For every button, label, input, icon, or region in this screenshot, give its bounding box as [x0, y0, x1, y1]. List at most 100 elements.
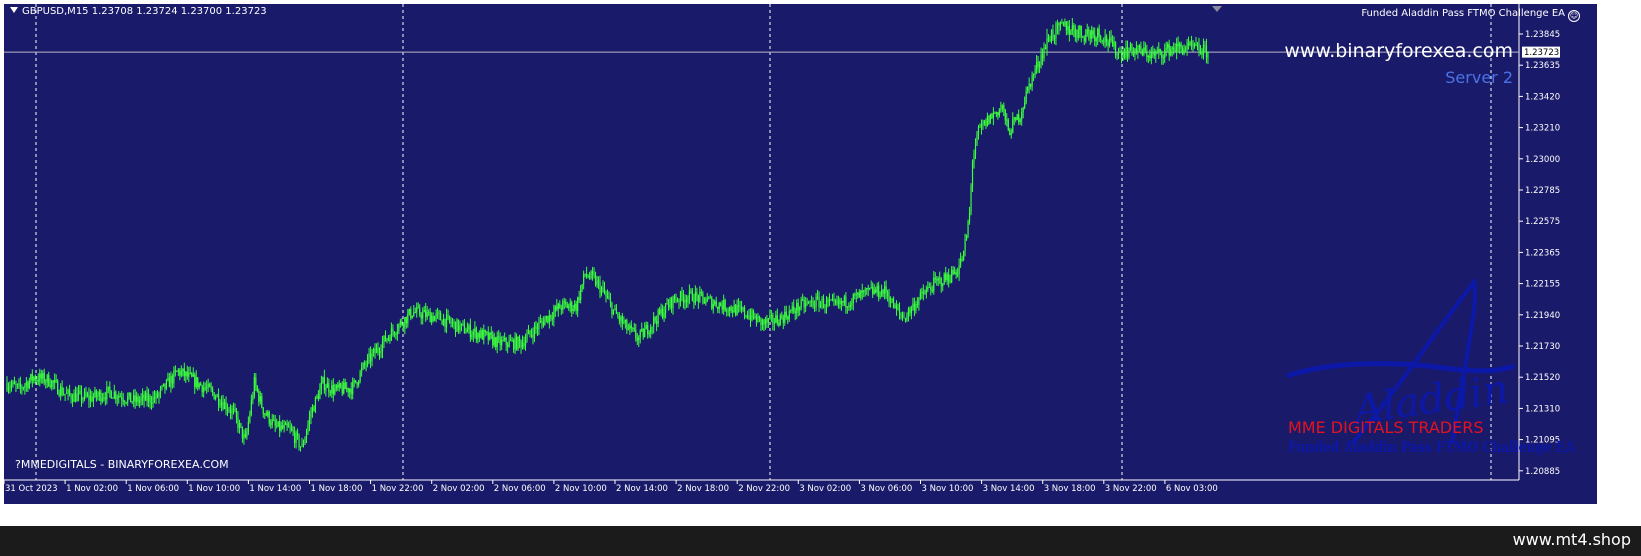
- candle-body: [659, 309, 661, 314]
- candle-body: [836, 301, 838, 304]
- time-tick-label: 1 Nov 14:00: [249, 484, 301, 494]
- candle-body: [70, 394, 72, 400]
- smiley-icon[interactable]: ☺: [1568, 10, 1580, 22]
- candle-body: [64, 393, 66, 395]
- candle-body: [1186, 42, 1188, 50]
- candle-body: [161, 385, 163, 389]
- price-tick-label: 1.22365: [1525, 248, 1560, 258]
- candle-body: [27, 382, 29, 388]
- candle-body: [517, 336, 519, 350]
- candle-body: [119, 396, 121, 398]
- candle-body: [1012, 119, 1014, 134]
- candle-body: [611, 302, 613, 315]
- candle-body: [869, 288, 871, 290]
- candle-body: [353, 380, 355, 383]
- candle-body: [754, 316, 756, 318]
- candle-body: [942, 284, 944, 287]
- candle-body: [384, 335, 387, 342]
- candle-body: [103, 397, 105, 399]
- collapse-triangle-icon[interactable]: [10, 7, 18, 13]
- candle-body: [784, 311, 786, 323]
- candle-body: [682, 296, 685, 303]
- candle-body: [945, 273, 947, 281]
- candle-body: [152, 396, 154, 404]
- candle-body: [766, 319, 768, 323]
- candle-body: [626, 320, 628, 330]
- symbol-title[interactable]: GBPUSD,M15 1.23708 1.23724 1.23700 1.237…: [10, 6, 267, 17]
- candle-body: [438, 312, 440, 314]
- symbol-ohlc-text: GBPUSD,M15 1.23708 1.23724 1.23700 1.237…: [22, 6, 267, 17]
- candle-body: [714, 301, 716, 305]
- candle-body: [727, 310, 729, 312]
- candle-body: [156, 393, 159, 398]
- candle-body: [183, 368, 185, 377]
- candle-body: [375, 347, 378, 354]
- candle-body: [499, 337, 501, 346]
- candle-body: [444, 318, 446, 328]
- candle-body: [209, 383, 211, 388]
- candle-body: [872, 287, 874, 294]
- candle-body: [1074, 29, 1076, 37]
- candle-body: [1158, 49, 1160, 52]
- candle-body: [790, 310, 792, 312]
- candle-body: [42, 373, 44, 379]
- candle-body: [1176, 43, 1178, 53]
- candle-body: [940, 278, 942, 287]
- candle-body: [325, 387, 327, 391]
- candle-body: [889, 302, 892, 304]
- time-tick-label: 3 Nov 22:00: [1105, 484, 1157, 494]
- candle-body: [1038, 64, 1041, 67]
- candle-body: [137, 396, 139, 403]
- candle-body: [299, 446, 302, 448]
- candle-body: [1082, 36, 1084, 38]
- candle-body: [456, 319, 458, 332]
- candle-body: [293, 432, 296, 444]
- candle-body: [1100, 36, 1102, 40]
- candle-body: [71, 399, 74, 402]
- candle-body: [226, 409, 229, 411]
- candle-body: [359, 371, 361, 382]
- candle-body: [1004, 109, 1006, 121]
- candle-body: [881, 290, 883, 297]
- candle-body: [1040, 54, 1042, 65]
- candle-body: [121, 397, 123, 400]
- candle-body: [541, 321, 543, 322]
- candle-body: [711, 297, 713, 309]
- candle-body: [1059, 22, 1062, 26]
- candle-body: [159, 388, 162, 394]
- candle-body: [524, 340, 527, 347]
- candle-body: [143, 394, 145, 401]
- candle-body: [77, 391, 80, 394]
- candle-body: [141, 394, 144, 398]
- candle-body: [1113, 41, 1115, 47]
- time-tick-label: 3 Nov 02:00: [799, 484, 851, 494]
- candle-body: [733, 305, 735, 313]
- candle-body: [849, 305, 851, 308]
- candle-body: [13, 381, 16, 385]
- candle-body: [1068, 25, 1070, 35]
- website-watermark: www.binaryforexea.com: [1284, 40, 1513, 62]
- candle-body: [909, 308, 911, 314]
- candle-body: [657, 309, 659, 324]
- candle-body: [399, 321, 401, 325]
- expert-advisor-title[interactable]: Funded Aladdin Pass FTMO Challenge EA ☺: [1361, 8, 1580, 22]
- candle-body: [165, 380, 168, 389]
- candle-body: [825, 299, 828, 308]
- candle-body: [1149, 55, 1151, 59]
- candle-body: [204, 387, 206, 389]
- candle-body: [878, 285, 880, 297]
- candle-body: [7, 387, 10, 390]
- candle-body: [761, 320, 764, 325]
- candle-body: [317, 395, 320, 400]
- candle-body: [1109, 37, 1111, 46]
- candle-body: [948, 274, 950, 282]
- candle-body: [763, 320, 765, 325]
- candle-body: [842, 301, 844, 303]
- candle-body: [876, 285, 878, 293]
- candle-body: [845, 296, 847, 308]
- candle-body: [22, 387, 24, 389]
- candle-body: [1141, 50, 1143, 55]
- candle-body: [720, 303, 722, 306]
- candle-body: [521, 342, 524, 348]
- candle-body: [498, 336, 500, 338]
